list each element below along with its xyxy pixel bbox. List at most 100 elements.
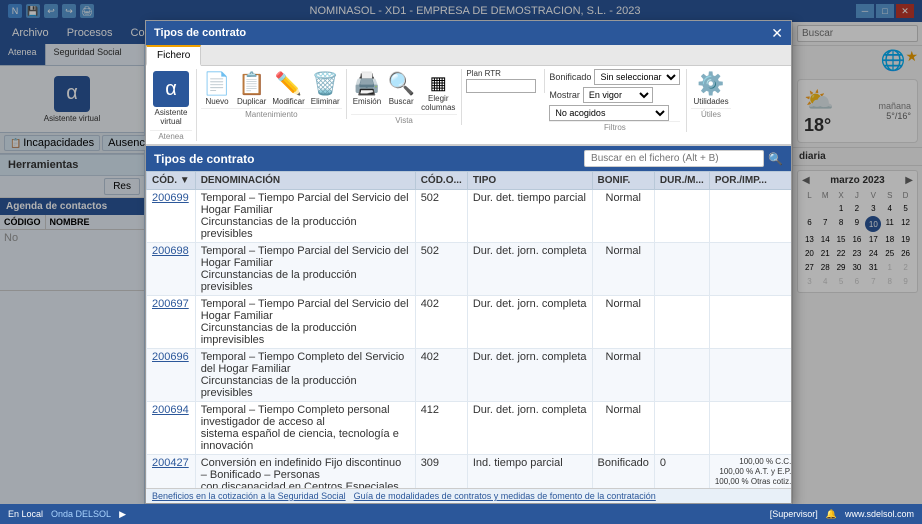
bell-icon: 🔔 (826, 509, 837, 520)
row-tipo: Dur. det. jorn. completa (467, 402, 592, 455)
row-name: Conversión en indefinido Fijo discontinu… (195, 455, 415, 489)
modal-content-header: Tipos de contrato 🔍 (146, 146, 791, 171)
row-code[interactable]: 200427 (147, 455, 196, 489)
table-row[interactable]: 200698 Temporal – Tiempo Parcial del Ser… (147, 243, 792, 296)
mostrar-select[interactable]: En vigor Todos Caducados (583, 87, 653, 103)
col-codigo[interactable]: CÓD. ▼ (147, 172, 196, 190)
row-bonif: Normal (592, 190, 654, 243)
row-dur (654, 243, 709, 296)
vista-group: 🖨️ Emisión 🔍 Buscar ▦ Elegircolumnas Vis… (351, 69, 463, 125)
row-tipo: Dur. det. jorn. completa (467, 349, 592, 402)
modal-ribbon-content: α Asistentevirtual Atenea 📄 Nuevo 📋 Dupl… (146, 66, 791, 145)
search-magnifier-icon: 🔍 (768, 152, 783, 166)
col-tipo[interactable]: TIPO (467, 172, 592, 190)
table-container[interactable]: CÓD. ▼ DENOMINACIÓN CÓD.O... TIPO BONIF.… (146, 171, 791, 488)
row-name: Temporal – Tiempo Completo personal inve… (195, 402, 415, 455)
col-por[interactable]: POR./IMP... (709, 172, 791, 190)
play-icon: ▶ (119, 509, 126, 520)
bonificado-select[interactable]: Sin seleccionar Sí No (594, 69, 680, 85)
table-row[interactable]: 200694 Temporal – Tiempo Completo person… (147, 402, 792, 455)
modal-close-button[interactable]: ✕ (771, 26, 783, 40)
row-codo: 412 (415, 402, 467, 455)
guia-link[interactable]: Guía de modalidades de contratos y medid… (354, 491, 656, 501)
no-acogidos-row: No acogidos Todos (549, 105, 680, 121)
modal-asistente-button[interactable]: α Asistentevirtual (150, 69, 192, 128)
atena-buttons: α Asistentevirtual (150, 69, 192, 128)
utiles-label: Útiles (691, 108, 730, 119)
row-code[interactable]: 200699 (147, 190, 196, 243)
col-dur[interactable]: DUR./M... (654, 172, 709, 190)
row-name: Temporal – Tiempo Parcial del Servicio d… (195, 243, 415, 296)
mostrar-row: Mostrar En vigor Todos Caducados (549, 87, 680, 103)
modal-tab-bar: Fichero (146, 45, 791, 66)
filtros-group: Bonificado Sin seleccionar Sí No Mostrar… (549, 69, 687, 132)
tipos-contrato-modal: Tipos de contrato ✕ Fichero α Asistentev… (145, 20, 792, 504)
plan-rtr-input[interactable] (466, 79, 536, 93)
tipos-contrato-table: CÓD. ▼ DENOMINACIÓN CÓD.O... TIPO BONIF.… (146, 171, 791, 488)
row-bonif: Normal (592, 243, 654, 296)
row-dur: 0 (654, 455, 709, 489)
bonificado-label: Bonificado (549, 72, 591, 82)
bottom-links-bar: Beneficios en la cotización a la Segurid… (146, 488, 791, 503)
onda-label[interactable]: Onda DELSOL (51, 509, 111, 519)
row-bonif: Bonificado (592, 455, 654, 489)
row-code[interactable]: 200694 (147, 402, 196, 455)
table-row[interactable]: 200699 Temporal – Tiempo Parcial del Ser… (147, 190, 792, 243)
row-por (709, 190, 791, 243)
table-row[interactable]: 200696 Temporal – Tiempo Completo del Se… (147, 349, 792, 402)
local-label: En Local (8, 509, 43, 519)
row-tipo: Dur. det. tiempo parcial (467, 190, 592, 243)
mantenimiento-buttons: 📄 Nuevo 📋 Duplicar ✏️ Modificar 🗑️ Elimi… (201, 69, 342, 108)
table-search-input[interactable] (584, 150, 764, 167)
percent-line-1: 100,00 % C.C. (715, 457, 791, 466)
plan-rtr-group: Plan RTR (466, 69, 545, 93)
bonificado-row: Bonificado Sin seleccionar Sí No (549, 69, 680, 85)
row-codo: 502 (415, 243, 467, 296)
row-name: Temporal – Tiempo Completo del Servicio … (195, 349, 415, 402)
duplicar-button[interactable]: 📋 Duplicar (235, 69, 268, 108)
percent-line-2: 100,00 % A.T. y E.P. (715, 467, 791, 476)
table-row[interactable]: 200697 Temporal – Tiempo Parcial del Ser… (147, 296, 792, 349)
beneficios-link[interactable]: Beneficios en la cotización a la Segurid… (152, 491, 346, 501)
col-denominacion[interactable]: DENOMINACIÓN (195, 172, 415, 190)
atena-group: α Asistentevirtual Atenea (150, 69, 197, 141)
row-bonif: Normal (592, 296, 654, 349)
elegir-columnas-button[interactable]: ▦ Elegircolumnas (419, 69, 457, 114)
row-bonif: Normal (592, 349, 654, 402)
modal-tab-fichero[interactable]: Fichero (146, 45, 201, 66)
buscar-button[interactable]: 🔍 Buscar (385, 69, 417, 114)
bottom-status-bar: En Local Onda DELSOL ▶ [Supervisor] 🔔 ww… (0, 504, 922, 524)
row-dur (654, 349, 709, 402)
row-codo: 402 (415, 349, 467, 402)
utilidades-group: ⚙️ Utilidades Útiles (691, 69, 734, 119)
col-cod-o[interactable]: CÓD.O... (415, 172, 467, 190)
modificar-button[interactable]: ✏️ Modificar (270, 69, 306, 108)
table-row[interactable]: 200427 Conversión en indefinido Fijo dis… (147, 455, 792, 489)
row-por (709, 402, 791, 455)
vista-buttons: 🖨️ Emisión 🔍 Buscar ▦ Elegircolumnas (351, 69, 458, 114)
col-bonif[interactable]: BONIF. (592, 172, 654, 190)
row-code[interactable]: 200697 (147, 296, 196, 349)
row-dur (654, 402, 709, 455)
atena-group-label: Atenea (150, 130, 192, 141)
percent-line-3: 100,00 % Otras cotiz. (715, 477, 791, 486)
nuevo-button[interactable]: 📄 Nuevo (201, 69, 233, 108)
row-por: 100,00 % C.C. 100,00 % A.T. y E.P. 100,0… (709, 455, 791, 489)
utilidades-button[interactable]: ⚙️ Utilidades (691, 69, 730, 108)
mostrar-label: Mostrar (549, 90, 580, 100)
emision-button[interactable]: 🖨️ Emisión (351, 69, 383, 114)
row-tipo: Dur. det. jorn. completa (467, 243, 592, 296)
eliminar-button[interactable]: 🗑️ Eliminar (309, 69, 342, 108)
no-acogidos-select[interactable]: No acogidos Todos (549, 105, 669, 121)
plan-rtr-label: Plan RTR (466, 69, 536, 78)
modal-content-title: Tipos de contrato (154, 152, 254, 166)
row-name: Temporal – Tiempo Parcial del Servicio d… (195, 190, 415, 243)
row-code[interactable]: 200698 (147, 243, 196, 296)
row-tipo: Ind. tiempo parcial (467, 455, 592, 489)
mantenimiento-label: Mantenimiento (201, 108, 342, 119)
row-codo: 402 (415, 296, 467, 349)
row-por (709, 349, 791, 402)
website-label: www.sdelsol.com (845, 509, 914, 519)
supervisor-label: [Supervisor] (770, 509, 818, 519)
row-code[interactable]: 200696 (147, 349, 196, 402)
